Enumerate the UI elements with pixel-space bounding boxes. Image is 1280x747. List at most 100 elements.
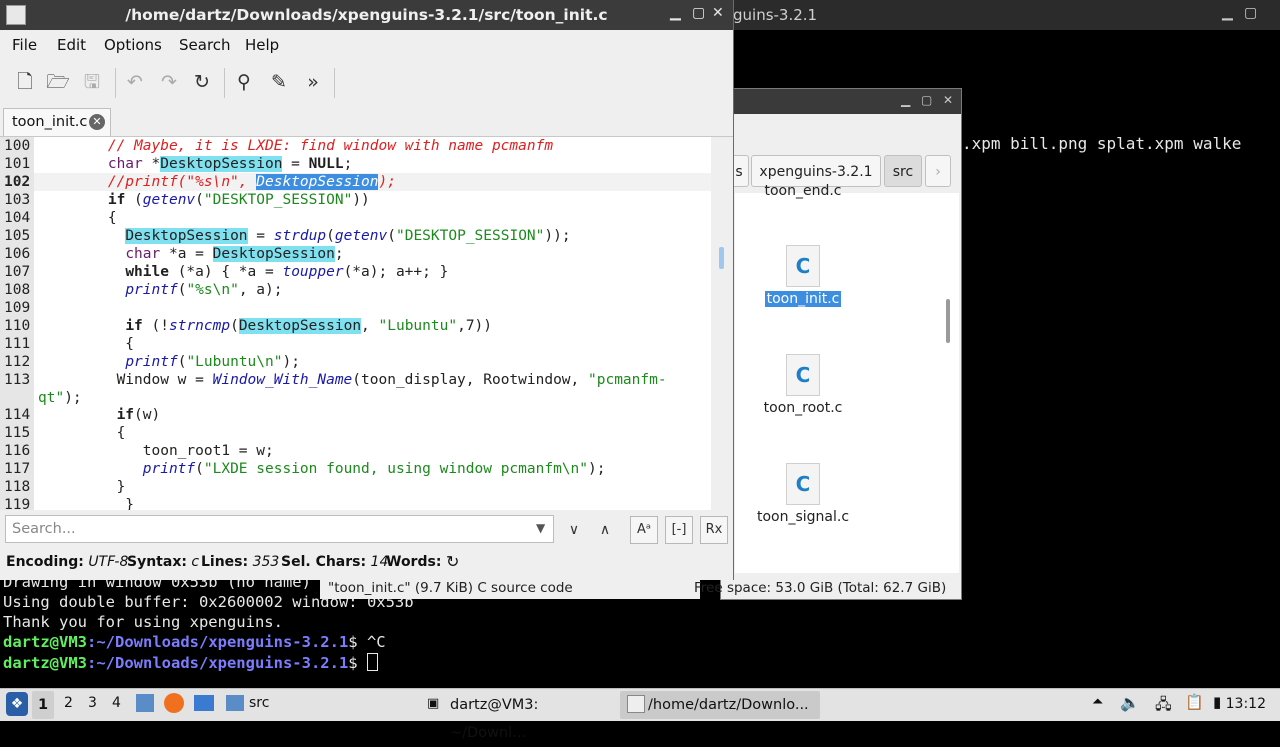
prompt-path: :~/Downloads/xpenguins-3.2.1 [87,654,349,672]
code-editor[interactable]: 100 101 102 103 104 105 106 107 108 109 110 111 112 1… [0,137,711,510]
terminal-output-line: .xpm bill.png splat.xpm walke [962,134,1242,153]
code-line: if(w) [116,407,161,423]
tray-arrow-icon[interactable]: ⏶ [1092,694,1103,710]
line-number: 113 [4,372,31,388]
battery-icon[interactable]: ▮ [1213,693,1221,711]
line-number: 108 [4,282,31,298]
free-space-label: Free space: 53.0 GiB (Total: 62.7 GiB) [694,580,947,596]
workspace-3[interactable]: 3 [88,695,97,711]
maximize-icon[interactable]: ▢ [692,5,705,21]
search-bar: ▼ ∨ ∧ Aᵃ [-] Rx [0,510,733,548]
scrollbar[interactable] [946,299,950,343]
code-line: char *DesktopSession = NULL; [107,156,353,172]
close-icon[interactable]: ✕ [712,5,724,21]
file-item[interactable]: C toon_init.c [753,245,853,308]
whole-word-icon[interactable]: [-] [665,516,693,544]
clock[interactable]: 13:12 [1226,696,1266,712]
status-bar: Encoding: UTF-8 Syntax: c Lines: 353 Sel… [0,550,733,576]
file-item[interactable]: C toon_signal.c [753,463,853,525]
terminal-output-line: Thank you for using xpenguins. [3,613,283,631]
reload-icon[interactable]: ↻ [188,68,216,96]
scrollbar-thumb[interactable] [719,247,724,269]
start-menu-icon[interactable]: ❖ [6,692,28,716]
close-icon[interactable]: ✕ [943,93,953,107]
menu-file[interactable]: File [12,36,37,54]
file-item[interactable]: C toon_root.c [753,354,853,416]
menu-search[interactable]: Search [179,36,231,54]
code-line: if (getenv("DESKTOP_SESSION")) [107,192,370,208]
new-file-icon[interactable]: 🗋 [11,68,39,96]
prompt-end: $ [348,633,367,651]
redo-icon[interactable]: ↷ [155,68,183,96]
toolbar-separator [334,68,335,98]
close-icon[interactable]: ✕ [89,114,105,130]
line-number: 109 [4,300,31,316]
more-chevron-icon[interactable]: » [299,68,327,96]
minimize-icon[interactable]: ▁ [901,93,910,107]
sel-chars-status: Sel. Chars: 14 [281,554,389,570]
chevron-right-icon[interactable]: › [925,155,951,187]
maximize-icon[interactable]: ▢ [1244,5,1257,21]
code-line: while (*a) { *a = toupper(*a); a++; } [125,264,449,280]
menu-help[interactable]: Help [245,36,279,54]
toolbar-separator [224,68,225,98]
search-input[interactable] [5,515,554,543]
find-icon[interactable]: ⚲ [230,68,258,96]
chevron-down-icon[interactable]: ▼ [536,521,545,535]
maximize-icon[interactable]: ▢ [921,93,932,107]
scrollbar[interactable] [711,137,733,510]
editor-titlebar: /home/dartz/Downloads/xpenguins-3.2.1/sr… [0,0,733,30]
code-line: qt"); [38,390,82,406]
show-desktop-icon[interactable] [194,695,214,711]
line-number: 101 [4,156,31,172]
line-number: 111 [4,336,31,352]
taskbar-folder-label[interactable]: src [249,695,269,711]
workspace-2[interactable]: 2 [64,695,73,711]
undo-icon[interactable]: ↶ [121,68,149,96]
menu-edit[interactable]: Edit [57,36,86,54]
file-item[interactable]: toon_end.c [753,179,853,199]
open-folder-icon[interactable]: 🗁 [44,68,72,96]
prompt-end: $ [348,654,367,672]
volume-icon[interactable]: 🔈 [1120,693,1140,712]
find-replace-icon[interactable]: ✎ [265,68,293,96]
file-view[interactable]: toon_end.c C toon_init.c C toon_root.c C… [735,183,959,573]
code-line: printf("%s\n", a); [125,282,283,298]
tab-toon-init[interactable]: toon_init.c ✕ [3,108,111,136]
network-icon[interactable]: 🖧 [1155,694,1172,719]
regex-icon[interactable]: Rx [700,516,728,544]
toolbar-separator [115,68,116,98]
file-name: toon_signal.c [756,509,850,525]
tab-label: toon_init.c [12,114,88,130]
taskbar-terminal[interactable]: dartz@VM3: ~/Downl... [420,691,616,741]
save-icon[interactable]: 🖫 [78,68,106,96]
editor-window: /home/dartz/Downloads/xpenguins-3.2.1/sr… [0,0,734,580]
workspace-1[interactable]: 1 [32,691,54,719]
file-manager-icon[interactable] [136,694,154,712]
code-line: toon_root1 = w; [38,443,274,459]
clipboard-icon[interactable]: 📋 [1185,693,1204,711]
c-source-file-icon: C [786,245,820,287]
terminal-prompt-line[interactable]: dartz@VM3:~/Downloads/xpenguins-3.2.1$ [3,653,378,672]
taskbar-editor[interactable]: /home/dartz/Downlo... [620,691,820,719]
menu-options[interactable]: Options [104,36,162,54]
toolbar: 🗋 🗁 🖫 ↶ ↷ ↻ ⚲ ✎ » [0,60,733,104]
find-next-icon[interactable]: ∨ [561,517,587,543]
firefox-icon[interactable] [164,693,184,713]
refresh-words-icon[interactable]: ↻ [446,552,459,571]
minimize-icon[interactable]: ▁ [1222,5,1233,21]
code-line: if (!strncmp(DesktopSession, "Lubuntu",7… [125,318,493,334]
breadcrumb-item-current[interactable]: src [884,155,922,187]
match-case-icon[interactable]: Aᵃ [630,516,658,544]
line-number: 117 [4,461,31,477]
find-previous-icon[interactable]: ∧ [592,517,618,543]
prompt-user: dartz@VM3 [3,654,87,672]
line-number: 106 [4,246,31,262]
minimize-icon[interactable]: ▁ [670,5,681,21]
line-number: 103 [4,192,31,208]
line-number: 105 [4,228,31,244]
workspace-4[interactable]: 4 [112,695,121,711]
folder-icon [226,695,244,711]
syntax-status: Syntax: c [127,554,200,570]
code-line: } [38,479,126,495]
